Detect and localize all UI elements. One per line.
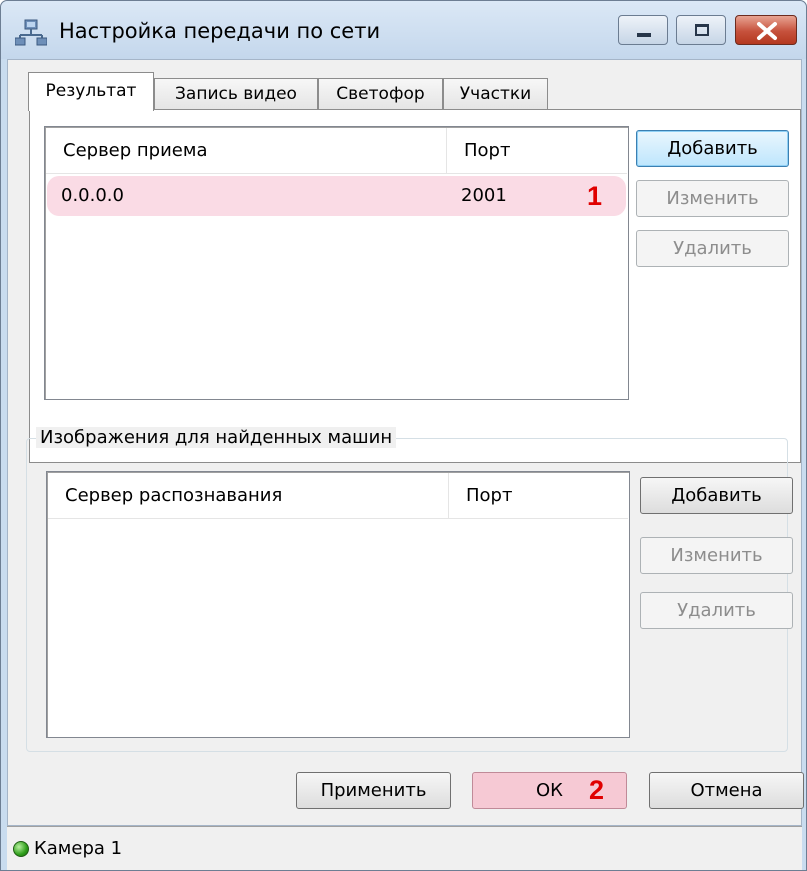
add-server-button[interactable]: Добавить (636, 130, 789, 167)
maximize-button[interactable] (676, 15, 726, 45)
edit-recognition-server-button[interactable]: Изменить (640, 537, 793, 574)
annotation-marker-1: 1 (587, 181, 603, 211)
column-port[interactable]: Порт (446, 128, 627, 174)
table-row[interactable]: 0.0.0.0 2001 1 (47, 176, 626, 216)
dialog-body: Результат Запись видео Светофор Участки … (7, 59, 804, 826)
annotation-marker-2: 2 (589, 775, 605, 805)
title-bar[interactable]: Настройка передачи по сети (1, 1, 806, 59)
close-button[interactable] (735, 15, 797, 45)
apply-button[interactable]: Применить (296, 772, 451, 809)
column-recognition-server[interactable]: Сервер распознавания (48, 473, 448, 519)
recognition-server-list[interactable]: Сервер распознавания Порт (46, 471, 630, 738)
cancel-button[interactable]: Отмена (649, 772, 804, 809)
cell-server: 0.0.0.0 (61, 185, 124, 206)
tab-result[interactable]: Результат (28, 72, 154, 111)
column-port[interactable]: Порт (448, 473, 628, 519)
camera-status: Камера 1 (34, 838, 123, 859)
images-group-title: Изображения для найденных машин (36, 427, 397, 448)
column-receive-server[interactable]: Сервер приема (46, 128, 446, 174)
ok-label: ОК (536, 780, 563, 801)
add-recognition-server-button[interactable]: Добавить (640, 477, 793, 514)
cell-port: 2001 (461, 185, 507, 206)
receive-server-list[interactable]: Сервер приема Порт 0.0.0.0 2001 1 (44, 126, 629, 400)
tab-sections[interactable]: Участки (443, 78, 548, 110)
minimize-button[interactable] (618, 15, 668, 45)
delete-server-button[interactable]: Удалить (636, 230, 789, 267)
tab-traffic-light[interactable]: Светофор (318, 78, 443, 110)
ok-button[interactable]: ОК 2 (472, 772, 627, 809)
status-indicator-icon (13, 841, 29, 857)
edit-server-button[interactable]: Изменить (636, 180, 789, 217)
close-icon (757, 22, 777, 40)
list-header: Сервер приема Порт (46, 128, 627, 174)
minimize-icon (637, 33, 651, 37)
tab-video-recording[interactable]: Запись видео (154, 78, 318, 110)
delete-recognition-server-button[interactable]: Удалить (640, 592, 793, 629)
list-header: Сервер распознавания Порт (48, 473, 628, 519)
status-bar: Камера 1 (7, 826, 802, 870)
window-title: Настройка передачи по сети (59, 19, 381, 43)
network-icon (15, 19, 47, 46)
maximize-icon (695, 24, 709, 36)
tab-page-result: Сервер приема Порт 0.0.0.0 2001 1 Добави… (29, 109, 801, 463)
settings-window: Настройка передачи по сети Результат Зап… (0, 0, 807, 871)
